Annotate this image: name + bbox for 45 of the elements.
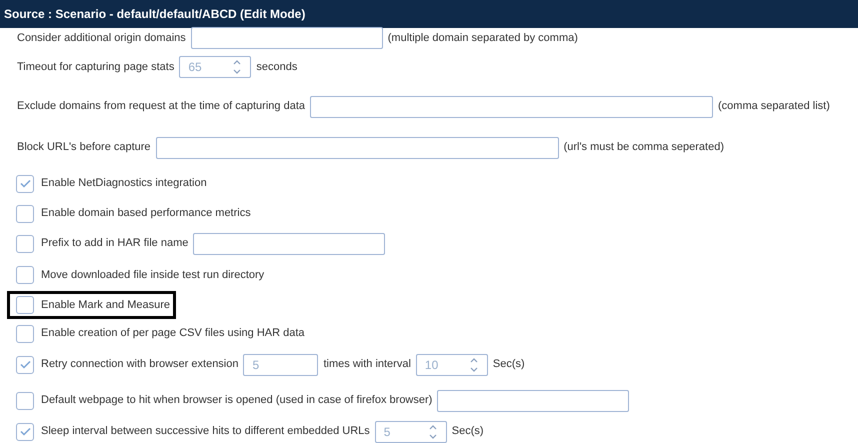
checkmark-icon [20, 427, 30, 436]
option-label: (multiple domain separated by comma) [388, 30, 578, 46]
option-label: Enable Mark and Measure [41, 298, 170, 313]
window-title: Source : Scenario - default/default/ABCD (Edit Mode) [4, 6, 306, 23]
checkbox[interactable] [16, 204, 34, 222]
option-label: Exclude domains from request at the time of capturing data [17, 99, 305, 114]
option-label: seconds [256, 60, 298, 75]
checkmark-icon [20, 360, 30, 369]
option-label: Sec(s) [492, 357, 525, 372]
option-label: Sec(s) [452, 424, 484, 440]
checkbox[interactable] [16, 266, 34, 284]
option-label: Timeout for capturing page stats [17, 60, 174, 75]
option-label: Sleep interval between successive hits to different embedded URLs [41, 424, 370, 440]
option-label: Prefix to add in HAR file name [41, 236, 188, 252]
option-label: Consider additional origin domains [17, 30, 186, 46]
checkbox[interactable] [16, 234, 34, 252]
spinner-arrows-icon[interactable] [428, 422, 438, 440]
checkbox[interactable] [16, 324, 34, 342]
option-label: Enable NetDiagnostics integration [41, 176, 207, 192]
spinner-arrows-icon[interactable] [468, 356, 479, 374]
input-field[interactable] [193, 232, 386, 254]
checkbox[interactable] [16, 356, 34, 374]
number-spinner[interactable]: 65 [179, 56, 252, 78]
checkbox[interactable] [16, 296, 34, 314]
checkmark-icon [20, 179, 30, 188]
input-field[interactable] [190, 27, 383, 49]
number-spinner[interactable]: 5 [374, 420, 447, 442]
checkbox[interactable] [16, 174, 34, 192]
option-label: Enable domain based performance metrics [41, 206, 251, 222]
checkbox[interactable] [16, 392, 34, 410]
option-label: Move downloaded file inside test run directory [41, 268, 264, 283]
input-field[interactable]: 5 [243, 354, 318, 376]
option-label: (url's must be comma seperated) [564, 140, 724, 156]
input-field[interactable] [156, 136, 559, 158]
checkbox[interactable] [16, 422, 34, 440]
option-label: (comma separated list) [718, 99, 830, 114]
number-spinner[interactable]: 10 [416, 354, 488, 376]
option-label: Block URL's before capture [17, 140, 151, 156]
spinner-arrows-icon[interactable] [232, 58, 242, 76]
input-field[interactable] [310, 96, 713, 118]
option-label: Retry connection with browser extension [41, 357, 238, 372]
option-label: Default webpage to hit when browser is opened (used in case of firefox browser) [41, 393, 432, 408]
option-label: Enable creation of per page CSV files using HAR data [41, 326, 305, 342]
input-field[interactable] [437, 390, 630, 412]
option-label: times with interval [323, 357, 411, 372]
